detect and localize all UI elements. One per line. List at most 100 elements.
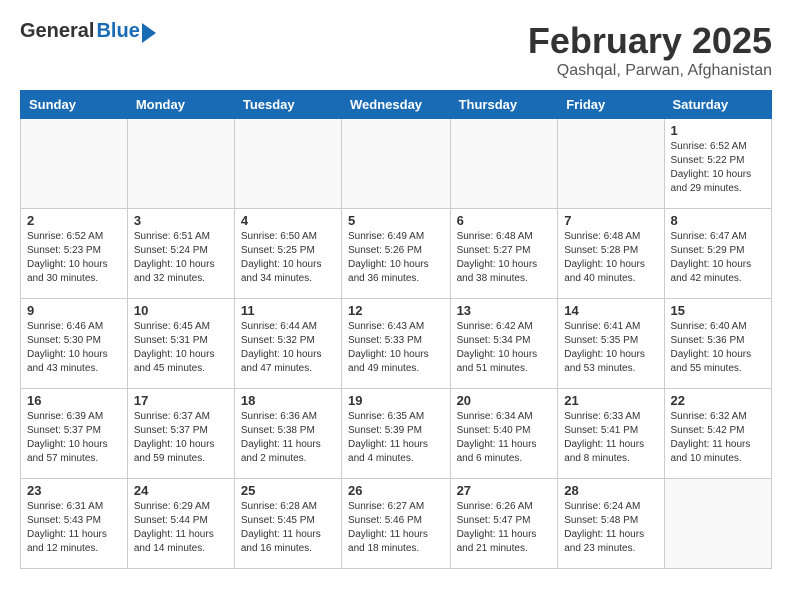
day-number: 17 — [134, 393, 228, 408]
day-number: 28 — [564, 483, 657, 498]
day-number: 1 — [671, 123, 765, 138]
day-number: 9 — [27, 303, 121, 318]
location-title: Qashqal, Parwan, Afghanistan — [528, 62, 772, 80]
day-info: Sunrise: 6:32 AM Sunset: 5:42 PM Dayligh… — [671, 410, 765, 466]
day-number: 8 — [671, 213, 765, 228]
day-info: Sunrise: 6:48 AM Sunset: 5:27 PM Dayligh… — [457, 230, 552, 286]
calendar-cell — [21, 119, 128, 209]
calendar-cell: 2 Sunrise: 6:52 AM Sunset: 5:23 PM Daylig… — [21, 209, 128, 299]
calendar-cell: 5Sunrise: 6:49 AM Sunset: 5:26 PM Daylig… — [342, 209, 451, 299]
day-number: 25 — [241, 483, 335, 498]
calendar-cell: 13Sunrise: 6:42 AM Sunset: 5:34 PM Dayli… — [450, 299, 558, 389]
calendar-cell: 4 Sunrise: 6:50 AM Sunset: 5:25 PM Daylig… — [234, 209, 341, 299]
day-info: Sunrise: 6:48 AM Sunset: 5:28 PM Dayligh… — [564, 230, 657, 286]
weekday-header-thursday: Thursday — [450, 91, 558, 119]
day-info: Sunrise: 6:50 AM Sunset: 5:25 PM Dayligh… — [241, 230, 335, 286]
calendar-cell: 19 Sunrise: 6:35 AM Sunset: 5:39 PM Dayli… — [342, 389, 451, 479]
calendar-week-row: 2 Sunrise: 6:52 AM Sunset: 5:23 PM Daylig… — [21, 209, 772, 299]
day-info: Sunrise: 6:28 AM Sunset: 5:45 PM Dayligh… — [241, 500, 335, 556]
day-number: 23 — [27, 483, 121, 498]
calendar-table: SundayMondayTuesdayWednesdayThursdayFrid… — [20, 90, 772, 569]
day-info: Sunrise: 6:49 AM Sunset: 5:26 PM Dayligh… — [348, 230, 444, 286]
day-number: 10 — [134, 303, 228, 318]
calendar-cell: 6 Sunrise: 6:48 AM Sunset: 5:27 PM Daylig… — [450, 209, 558, 299]
title-block: February 2025 Qashqal, Parwan, Afghanist… — [528, 20, 772, 80]
weekday-header-tuesday: Tuesday — [234, 91, 341, 119]
calendar-cell: 21Sunrise: 6:33 AM Sunset: 5:41 PM Dayli… — [558, 389, 664, 479]
day-number: 16 — [27, 393, 121, 408]
day-info: Sunrise: 6:47 AM Sunset: 5:29 PM Dayligh… — [671, 230, 765, 286]
calendar-cell: 7 Sunrise: 6:48 AM Sunset: 5:28 PM Daylig… — [558, 209, 664, 299]
calendar-cell — [342, 119, 451, 209]
calendar-cell: 14 Sunrise: 6:41 AM Sunset: 5:35 PM Dayli… — [558, 299, 664, 389]
month-title: February 2025 — [528, 20, 772, 62]
calendar-cell: 28 Sunrise: 6:24 AM Sunset: 5:48 PM Dayli… — [558, 479, 664, 569]
day-number: 7 — [564, 213, 657, 228]
day-number: 4 — [241, 213, 335, 228]
day-info: Sunrise: 6:29 AM Sunset: 5:44 PM Dayligh… — [134, 500, 228, 556]
day-info: Sunrise: 6:34 AM Sunset: 5:40 PM Dayligh… — [457, 410, 552, 466]
day-number: 26 — [348, 483, 444, 498]
day-info: Sunrise: 6:52 AM Sunset: 5:22 PM Dayligh… — [671, 140, 765, 196]
calendar-cell — [664, 479, 771, 569]
calendar-cell: 12Sunrise: 6:43 AM Sunset: 5:33 PM Dayli… — [342, 299, 451, 389]
calendar-cell: 3Sunrise: 6:51 AM Sunset: 5:24 PM Daylig… — [127, 209, 234, 299]
calendar-week-row: 1 Sunrise: 6:52 AM Sunset: 5:22 PM Daylig… — [21, 119, 772, 209]
day-number: 20 — [457, 393, 552, 408]
day-info: Sunrise: 6:43 AM Sunset: 5:33 PM Dayligh… — [348, 320, 444, 376]
weekday-header-saturday: Saturday — [664, 91, 771, 119]
day-number: 27 — [457, 483, 552, 498]
day-info: Sunrise: 6:36 AM Sunset: 5:38 PM Dayligh… — [241, 410, 335, 466]
day-info: Sunrise: 6:42 AM Sunset: 5:34 PM Dayligh… — [457, 320, 552, 376]
day-number: 2 — [27, 213, 121, 228]
day-info: Sunrise: 6:24 AM Sunset: 5:48 PM Dayligh… — [564, 500, 657, 556]
calendar-cell: 23 Sunrise: 6:31 AM Sunset: 5:43 PM Dayli… — [21, 479, 128, 569]
day-number: 22 — [671, 393, 765, 408]
day-info: Sunrise: 6:39 AM Sunset: 5:37 PM Dayligh… — [27, 410, 121, 466]
calendar-cell: 26 Sunrise: 6:27 AM Sunset: 5:46 PM Dayli… — [342, 479, 451, 569]
day-info: Sunrise: 6:52 AM Sunset: 5:23 PM Dayligh… — [27, 230, 121, 286]
logo-blue-text: Blue — [96, 20, 139, 43]
day-info: Sunrise: 6:26 AM Sunset: 5:47 PM Dayligh… — [457, 500, 552, 556]
calendar-week-row: 23 Sunrise: 6:31 AM Sunset: 5:43 PM Dayli… — [21, 479, 772, 569]
calendar-cell: 9Sunrise: 6:46 AM Sunset: 5:30 PM Daylig… — [21, 299, 128, 389]
calendar-cell — [450, 119, 558, 209]
weekday-header-friday: Friday — [558, 91, 664, 119]
day-number: 19 — [348, 393, 444, 408]
calendar-cell: 22 Sunrise: 6:32 AM Sunset: 5:42 PM Dayli… — [664, 389, 771, 479]
logo-general-text: General — [20, 20, 94, 43]
calendar-week-row: 16 Sunrise: 6:39 AM Sunset: 5:37 PM Dayli… — [21, 389, 772, 479]
day-info: Sunrise: 6:41 AM Sunset: 5:35 PM Dayligh… — [564, 320, 657, 376]
calendar-cell: 17Sunrise: 6:37 AM Sunset: 5:37 PM Dayli… — [127, 389, 234, 479]
calendar-cell: 15Sunrise: 6:40 AM Sunset: 5:36 PM Dayli… — [664, 299, 771, 389]
calendar-cell — [127, 119, 234, 209]
calendar-cell — [558, 119, 664, 209]
calendar-cell: 18 Sunrise: 6:36 AM Sunset: 5:38 PM Dayli… — [234, 389, 341, 479]
day-info: Sunrise: 6:44 AM Sunset: 5:32 PM Dayligh… — [241, 320, 335, 376]
day-info: Sunrise: 6:35 AM Sunset: 5:39 PM Dayligh… — [348, 410, 444, 466]
calendar-week-row: 9Sunrise: 6:46 AM Sunset: 5:30 PM Daylig… — [21, 299, 772, 389]
day-info: Sunrise: 6:51 AM Sunset: 5:24 PM Dayligh… — [134, 230, 228, 286]
calendar-cell: 20 Sunrise: 6:34 AM Sunset: 5:40 PM Dayli… — [450, 389, 558, 479]
calendar-cell: 10 Sunrise: 6:45 AM Sunset: 5:31 PM Dayli… — [127, 299, 234, 389]
calendar-cell: 8 Sunrise: 6:47 AM Sunset: 5:29 PM Daylig… — [664, 209, 771, 299]
day-number: 6 — [457, 213, 552, 228]
calendar-cell: 16 Sunrise: 6:39 AM Sunset: 5:37 PM Dayli… — [21, 389, 128, 479]
logo: General Blue — [20, 20, 156, 43]
weekday-header-wednesday: Wednesday — [342, 91, 451, 119]
page-header: General Blue February 2025 Qashqal, Parw… — [20, 20, 772, 80]
weekday-header-monday: Monday — [127, 91, 234, 119]
day-number: 14 — [564, 303, 657, 318]
day-info: Sunrise: 6:40 AM Sunset: 5:36 PM Dayligh… — [671, 320, 765, 376]
day-info: Sunrise: 6:33 AM Sunset: 5:41 PM Dayligh… — [564, 410, 657, 466]
day-number: 18 — [241, 393, 335, 408]
day-info: Sunrise: 6:45 AM Sunset: 5:31 PM Dayligh… — [134, 320, 228, 376]
calendar-cell: 1 Sunrise: 6:52 AM Sunset: 5:22 PM Daylig… — [664, 119, 771, 209]
calendar-cell: 27 Sunrise: 6:26 AM Sunset: 5:47 PM Dayli… — [450, 479, 558, 569]
calendar-cell: 24 Sunrise: 6:29 AM Sunset: 5:44 PM Dayli… — [127, 479, 234, 569]
logo-arrow-icon — [142, 23, 156, 43]
day-info: Sunrise: 6:31 AM Sunset: 5:43 PM Dayligh… — [27, 500, 121, 556]
day-info: Sunrise: 6:27 AM Sunset: 5:46 PM Dayligh… — [348, 500, 444, 556]
day-number: 11 — [241, 303, 335, 318]
day-number: 24 — [134, 483, 228, 498]
